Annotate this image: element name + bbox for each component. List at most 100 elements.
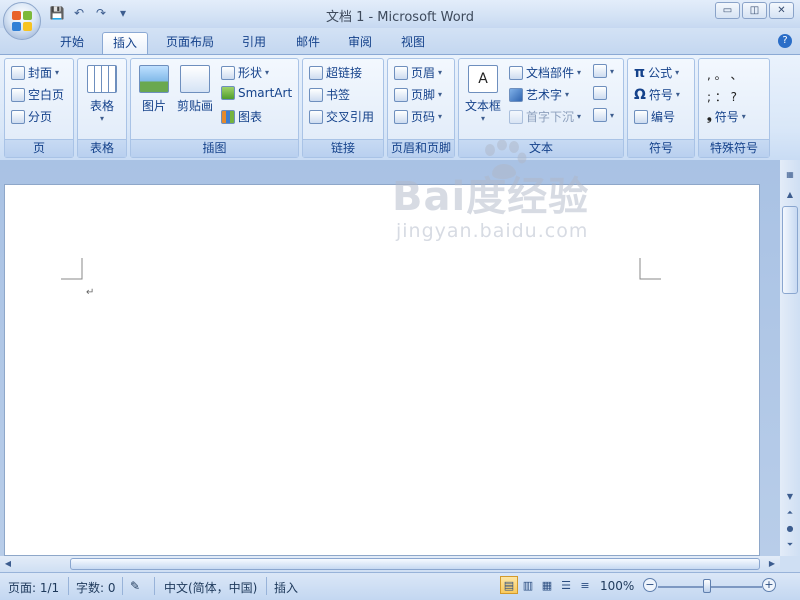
save-icon[interactable]: 💾 bbox=[48, 5, 66, 21]
tab-review[interactable]: 审阅 bbox=[338, 32, 382, 54]
smartart-button[interactable]: SmartArt bbox=[221, 86, 292, 100]
restore-button[interactable]: ◫ bbox=[742, 2, 767, 19]
special-symbol-button[interactable]: ❟ 符号 ▾ bbox=[707, 108, 746, 125]
customize-qat-icon[interactable]: ▾ bbox=[114, 5, 132, 21]
help-icon[interactable]: ? bbox=[778, 34, 792, 48]
group-pages: 封面 ▾ 空白页 分页 页 bbox=[4, 58, 74, 158]
scroll-left-icon[interactable]: ◀ bbox=[2, 558, 14, 570]
clipart-icon bbox=[180, 65, 210, 93]
horizontal-scrollbar[interactable]: ◀ ▶ bbox=[0, 556, 780, 572]
table-button[interactable]: 表格 ▾ bbox=[87, 65, 117, 123]
chart-button[interactable]: 图表 bbox=[221, 108, 262, 125]
close-button[interactable]: ✕ bbox=[769, 2, 794, 19]
print-layout-view-icon[interactable]: ▤ bbox=[500, 576, 518, 594]
vertical-scroll-thumb[interactable] bbox=[782, 206, 798, 294]
tab-mailings[interactable]: 邮件 bbox=[286, 32, 330, 54]
footer-icon bbox=[394, 87, 408, 102]
draft-view-icon[interactable]: ≡ bbox=[576, 576, 594, 594]
language-status[interactable]: 中文(简体，中国) bbox=[164, 579, 257, 596]
margin-corner-top-left bbox=[61, 258, 83, 280]
numbering-button[interactable]: 编号 bbox=[634, 108, 675, 125]
vertical-scrollbar[interactable]: ▦ ▲ ▼ ⏶ ● ⏷ bbox=[780, 160, 800, 556]
numbering-icon bbox=[634, 109, 648, 124]
group-label-links: 链接 bbox=[303, 139, 383, 157]
ribbon: 封面 ▾ 空白页 分页 页 表格 ▾ 表格 图片 剪贴画 形状 ▾ SmartArt … bbox=[0, 54, 800, 160]
text-box-icon: A bbox=[468, 65, 498, 93]
ruler-toggle-icon[interactable]: ▦ bbox=[782, 168, 798, 182]
header-button[interactable]: 页眉 ▾ bbox=[394, 64, 442, 81]
footer-button[interactable]: 页脚 ▾ bbox=[394, 86, 442, 103]
paragraph-mark[interactable]: ↵ bbox=[86, 287, 94, 298]
group-label-pages: 页 bbox=[5, 139, 73, 157]
margin-corner-top-right bbox=[639, 258, 661, 280]
group-label-symbols: 符号 bbox=[628, 139, 694, 157]
table-icon bbox=[87, 65, 117, 93]
document-area: ↵ bbox=[0, 160, 780, 556]
hyperlink-icon bbox=[309, 65, 323, 80]
clipart-button[interactable]: 剪贴画 bbox=[177, 65, 213, 114]
previous-page-icon[interactable]: ⏶ bbox=[782, 506, 798, 520]
tab-references[interactable]: 引用 bbox=[232, 32, 276, 54]
shapes-icon bbox=[221, 65, 235, 80]
page-number-button[interactable]: 页码 ▾ bbox=[394, 108, 442, 125]
bookmark-button[interactable]: 书签 bbox=[309, 86, 350, 103]
word-count-status[interactable]: 字数: 0 bbox=[76, 579, 116, 596]
window-controls: ▭ ◫ ✕ bbox=[715, 2, 794, 19]
office-button[interactable] bbox=[3, 2, 41, 40]
equation-button[interactable]: π 公式 ▾ bbox=[634, 64, 679, 81]
horizontal-scroll-thumb[interactable] bbox=[70, 558, 760, 570]
cover-page-icon bbox=[11, 65, 25, 80]
page-count-status[interactable]: 页面: 1/1 bbox=[8, 579, 59, 596]
text-box-button[interactable]: A 文本框 ▾ bbox=[465, 65, 501, 123]
drop-cap-button[interactable]: 首字下沉 ▾ bbox=[509, 108, 581, 125]
hyperlink-button[interactable]: 超链接 bbox=[309, 64, 362, 81]
shapes-button[interactable]: 形状 ▾ bbox=[221, 64, 269, 81]
page-break-button[interactable]: 分页 bbox=[11, 108, 52, 125]
page-number-icon bbox=[394, 109, 408, 124]
next-page-icon[interactable]: ⏷ bbox=[782, 538, 798, 552]
object-button[interactable]: ▾ bbox=[593, 108, 614, 122]
spell-check-icon[interactable]: ✎ bbox=[130, 579, 140, 593]
minimize-button[interactable]: ▭ bbox=[715, 2, 740, 19]
group-symbols: π 公式 ▾ Ω 符号 ▾ 编号 符号 bbox=[627, 58, 695, 158]
status-divider bbox=[122, 577, 123, 595]
document-page[interactable]: ↵ bbox=[4, 184, 760, 556]
zoom-slider-knob[interactable] bbox=[703, 579, 711, 593]
special-chars-row-1[interactable]: , 。 、 bbox=[707, 66, 742, 83]
tab-view[interactable]: 视图 bbox=[391, 32, 435, 54]
signature-line-button[interactable]: ▾ bbox=[593, 64, 614, 78]
symbol-button[interactable]: Ω 符号 ▾ bbox=[634, 86, 680, 103]
tab-insert[interactable]: 插入 bbox=[102, 32, 149, 54]
scrollbar-corner bbox=[780, 556, 800, 572]
picture-button[interactable]: 图片 bbox=[139, 65, 169, 114]
scroll-right-icon[interactable]: ▶ bbox=[766, 558, 778, 570]
cover-page-button[interactable]: 封面 ▾ bbox=[11, 64, 59, 81]
special-chars-row-2[interactable]: ; ： ? bbox=[707, 88, 737, 105]
chart-icon bbox=[221, 109, 235, 124]
outline-view-icon[interactable]: ☰ bbox=[557, 576, 575, 594]
object-icon bbox=[593, 108, 607, 122]
office-logo-icon bbox=[12, 11, 32, 31]
tab-page-layout[interactable]: 页面布局 bbox=[156, 32, 224, 54]
undo-icon[interactable]: ↶ bbox=[70, 5, 88, 21]
date-time-button[interactable] bbox=[593, 86, 607, 100]
web-layout-view-icon[interactable]: ▦ bbox=[538, 576, 556, 594]
drop-cap-icon bbox=[509, 109, 523, 124]
title-bar: 文档 1 - Microsoft Word 💾 ↶ ↷ ▾ ▭ ◫ ✕ bbox=[0, 0, 800, 28]
redo-icon[interactable]: ↷ bbox=[92, 5, 110, 21]
insert-mode-status[interactable]: 插入 bbox=[274, 579, 298, 596]
zoom-out-icon[interactable]: − bbox=[643, 578, 657, 592]
zoom-in-icon[interactable]: + bbox=[762, 578, 776, 592]
tab-home[interactable]: 开始 bbox=[50, 32, 94, 54]
scroll-up-icon[interactable]: ▲ bbox=[782, 188, 798, 202]
blank-page-button[interactable]: 空白页 bbox=[11, 86, 64, 103]
wordart-button[interactable]: 艺术字 ▾ bbox=[509, 86, 569, 103]
date-time-icon bbox=[593, 86, 607, 100]
zoom-level[interactable]: 100% bbox=[600, 579, 634, 593]
scroll-down-icon[interactable]: ▼ bbox=[782, 490, 798, 504]
blank-page-icon bbox=[11, 87, 25, 102]
full-screen-reading-view-icon[interactable]: ▥ bbox=[519, 576, 537, 594]
quick-parts-button[interactable]: 文档部件 ▾ bbox=[509, 64, 581, 81]
browse-object-icon[interactable]: ● bbox=[782, 522, 798, 536]
cross-reference-button[interactable]: 交叉引用 bbox=[309, 108, 374, 125]
